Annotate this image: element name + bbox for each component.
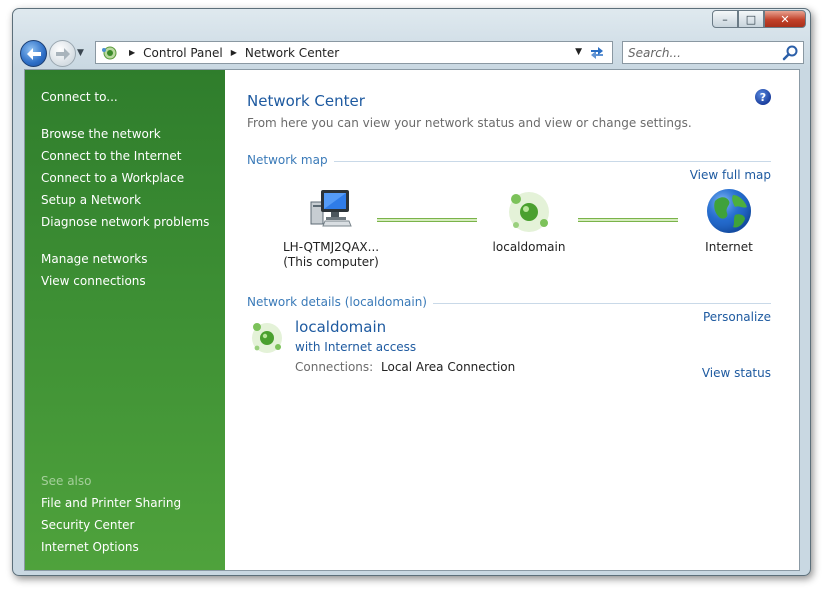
connections-label: Connections: — [295, 360, 374, 374]
see-also-internet-options[interactable]: Internet Options — [41, 540, 139, 554]
back-button[interactable] — [20, 40, 47, 67]
refresh-button[interactable] — [587, 44, 607, 61]
internet-label: Internet — [705, 240, 753, 254]
help-icon[interactable]: ? — [755, 89, 771, 105]
network-map-heading: Network map — [247, 153, 334, 167]
task-connect-workplace[interactable]: Connect to a Workplace — [41, 171, 184, 185]
search-input[interactable] — [628, 45, 778, 60]
network-detail-name: localdomain — [295, 318, 387, 336]
connections-value: Local Area Connection — [381, 360, 516, 374]
task-connect-to[interactable]: Connect to... — [41, 90, 118, 104]
address-dropdown-icon[interactable]: ▼ — [575, 47, 582, 57]
breadcrumb-network-center[interactable]: Network Center — [245, 46, 339, 60]
back-arrow-icon — [26, 47, 41, 60]
network-icon[interactable] — [505, 190, 553, 238]
network-center-window: – □ ✕ ▼ ▶ Control Panel ▶ Network Center… — [12, 8, 811, 576]
network-name-label: localdomain — [492, 240, 566, 254]
task-diagnose-network[interactable]: Diagnose network problems — [41, 215, 209, 229]
task-browse-network[interactable]: Browse the network — [41, 127, 161, 141]
network-access-status: with Internet access — [295, 340, 417, 354]
task-setup-network[interactable]: Setup a Network — [41, 193, 141, 207]
maximize-button[interactable]: □ — [738, 10, 764, 28]
minimize-button[interactable]: – — [712, 10, 738, 28]
view-status-link[interactable]: View status — [702, 366, 771, 380]
computer-note-label: (This computer) — [283, 255, 379, 269]
page-subtitle: From here you can view your network stat… — [247, 116, 692, 130]
task-pane: Connect to... Browse the network Connect… — [25, 70, 225, 570]
search-icon[interactable] — [782, 45, 798, 65]
globe-icon[interactable] — [705, 187, 753, 239]
refresh-icon — [591, 46, 603, 59]
history-dropdown-icon[interactable]: ▼ — [77, 48, 84, 58]
main-panel: Network Center ? From here you can view … — [225, 70, 799, 570]
close-button[interactable]: ✕ — [764, 10, 806, 28]
connection-line-computer-network — [377, 218, 477, 222]
forward-arrow-icon — [55, 47, 70, 60]
view-full-map-link[interactable]: View full map — [690, 168, 771, 182]
computer-icon[interactable] — [309, 188, 353, 232]
page-title: Network Center — [247, 92, 365, 110]
task-connect-internet[interactable]: Connect to the Internet — [41, 149, 181, 163]
content-area: Connect to... Browse the network Connect… — [24, 69, 800, 571]
address-bar[interactable]: ▶ Control Panel ▶ Network Center ▼ — [95, 41, 613, 64]
breadcrumb-separator-icon: ▶ — [230, 48, 237, 57]
caption-buttons: – □ ✕ — [712, 10, 806, 28]
task-view-connections[interactable]: View connections — [41, 274, 146, 288]
forward-button[interactable] — [49, 40, 76, 67]
see-also-security-center[interactable]: Security Center — [41, 518, 134, 532]
personalize-link[interactable]: Personalize — [703, 310, 771, 324]
network-details-heading: Network details (localdomain) — [247, 295, 433, 309]
computer-name-label: LH-QTMJ2QAX... — [283, 240, 380, 254]
breadcrumb-control-panel[interactable]: Control Panel — [143, 46, 223, 60]
search-box[interactable] — [622, 41, 804, 64]
breadcrumb-separator-icon: ▶ — [129, 48, 136, 57]
network-center-icon — [99, 43, 121, 63]
see-also-heading: See also — [41, 474, 92, 488]
see-also-file-printer-sharing[interactable]: File and Printer Sharing — [41, 496, 181, 510]
network-detail-icon — [249, 320, 285, 360]
task-manage-networks[interactable]: Manage networks — [41, 252, 147, 266]
navigation-bar: ▼ ▶ Control Panel ▶ Network Center ▼ — [19, 39, 804, 69]
connection-line-network-internet — [578, 218, 678, 222]
